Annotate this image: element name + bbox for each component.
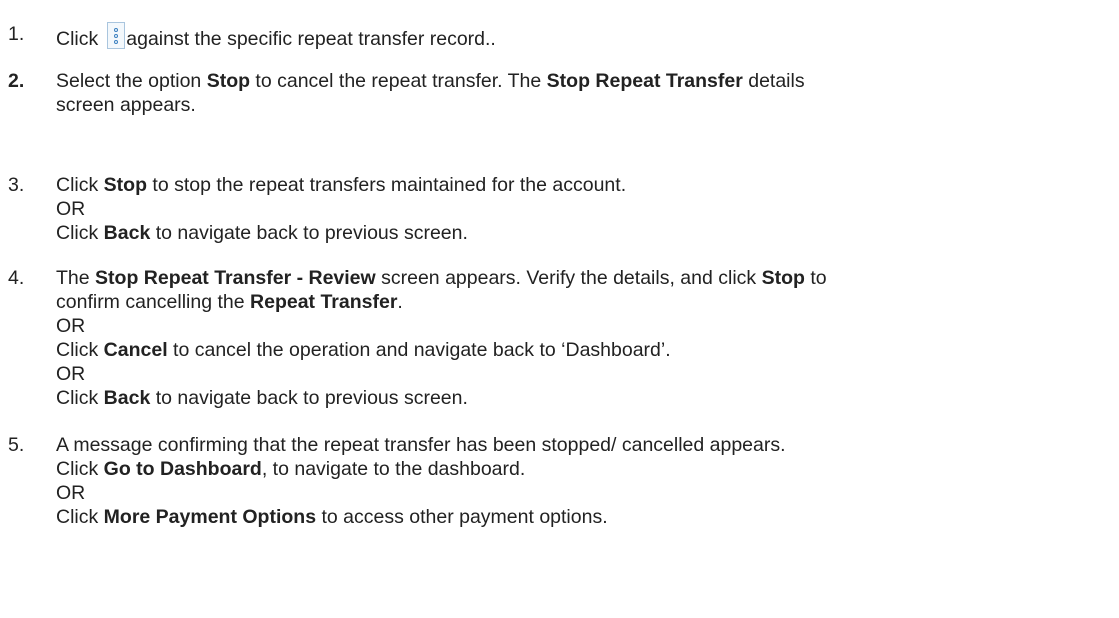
text: Click: [56, 339, 104, 361]
step-text: Select the option Stop to cancel the rep…: [56, 69, 1113, 117]
text: Select the option: [56, 70, 207, 92]
text: Click: [56, 458, 104, 480]
text: , to navigate to the dashboard.: [261, 458, 526, 480]
bold-term: Stop Repeat Transfer: [546, 70, 743, 92]
bold-term: Cancel: [103, 339, 168, 361]
bold-term: Back: [103, 387, 151, 409]
kebab-menu-icon[interactable]: [107, 22, 126, 49]
step-text: The Stop Repeat Transfer - Review screen…: [56, 266, 1113, 410]
bold-term: Go to Dashboard: [103, 458, 262, 480]
or-text: OR: [56, 363, 86, 385]
text: A message confirming that the repeat tra…: [56, 434, 786, 456]
step-number: 4.: [8, 267, 25, 289]
step-text: A message confirming that the repeat tra…: [56, 433, 1113, 529]
step-number: 3.: [8, 174, 25, 196]
step-number: 1.: [8, 23, 25, 45]
text: to: [804, 267, 827, 289]
step-number: 2.: [8, 70, 25, 92]
bold-term: Stop: [103, 174, 147, 196]
text: to stop the repeat transfers maintained …: [147, 174, 627, 196]
text: The: [56, 267, 96, 289]
bold-term: Stop: [761, 267, 805, 289]
or-text: OR: [56, 198, 86, 220]
step-text: Click against the specific repeat transfe…: [56, 22, 1113, 50]
text: to access other payment options.: [316, 506, 608, 528]
step-text: Click Stop to stop the repeat transfers …: [56, 173, 1113, 245]
or-text: OR: [56, 315, 86, 337]
text: screen appears. Verify the details, and …: [375, 267, 762, 289]
bold-term: More Payment Options: [103, 506, 317, 528]
bold-term: Back: [103, 222, 151, 244]
text: Click: [56, 222, 104, 244]
text: to cancel the repeat transfer. The: [250, 70, 547, 92]
text: confirm cancelling the: [56, 291, 251, 313]
text: Click: [56, 387, 104, 409]
step-text-rest: against the specific repeat transfer rec…: [126, 28, 496, 50]
step-text-click: Click: [56, 28, 99, 50]
or-text: OR: [56, 482, 86, 504]
text: to navigate back to previous screen.: [150, 222, 468, 244]
text: details: [742, 70, 805, 92]
text: Click: [56, 174, 104, 196]
text: .: [397, 291, 403, 313]
step-number: 5.: [8, 434, 25, 456]
text: to navigate back to previous screen.: [150, 387, 468, 409]
text: Click: [56, 506, 104, 528]
text: to cancel the operation and navigate bac…: [167, 339, 671, 361]
text: screen appears.: [56, 94, 196, 116]
bold-term: Stop: [206, 70, 251, 92]
bold-term: Repeat Transfer: [250, 291, 398, 313]
bold-term: Stop Repeat Transfer - Review: [95, 267, 376, 289]
